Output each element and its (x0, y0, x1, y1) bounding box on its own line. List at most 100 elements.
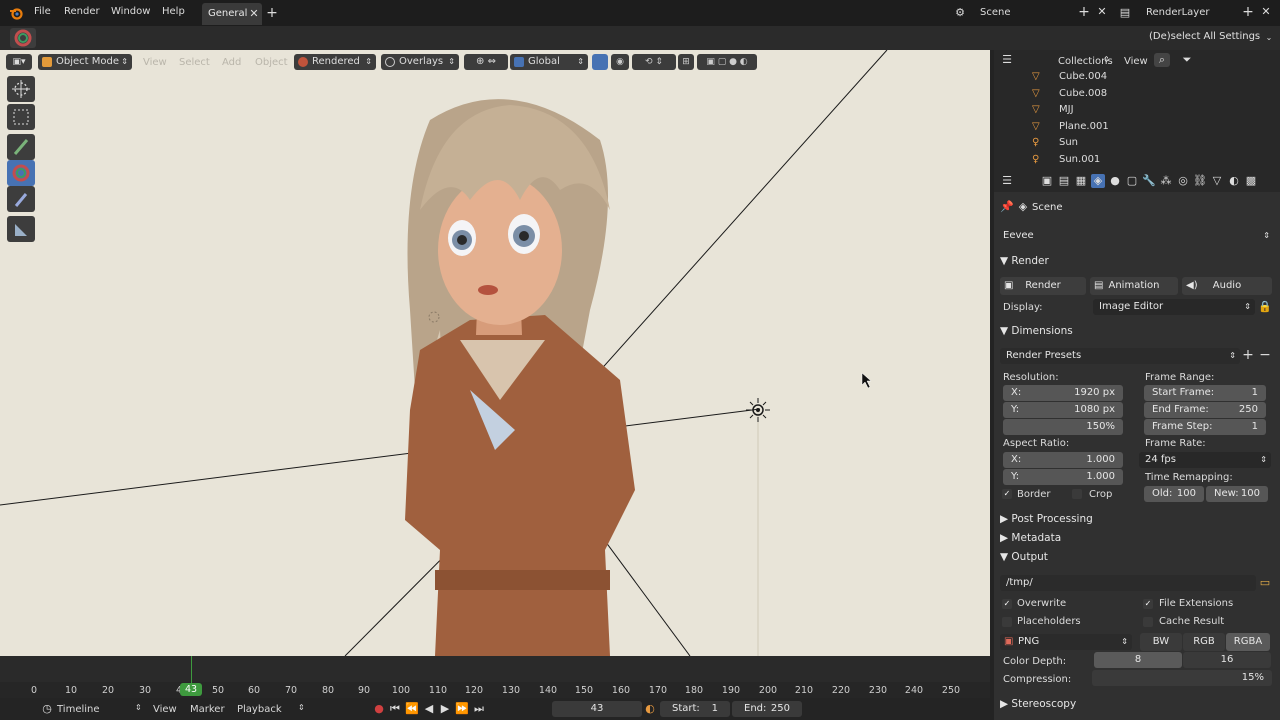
prev-keyframe-icon[interactable]: ⏪ (405, 702, 419, 716)
timeline-editor-label[interactable]: Timeline (57, 704, 100, 715)
end-frame-field[interactable]: End Frame: 250 (1144, 402, 1266, 418)
timeline-menu-marker[interactable]: Marker (190, 704, 225, 715)
viewport-shading-icons[interactable]: ▣ ▢ ● ◐ (697, 54, 757, 70)
file-extensions-checkbox[interactable]: ✓ (1143, 599, 1153, 609)
current-frame-indicator[interactable]: 43 (180, 683, 202, 696)
annotate-tool-button[interactable] (7, 134, 35, 160)
layer-name-field[interactable]: RenderLayer (1142, 5, 1234, 21)
search-icon[interactable]: ⌕ (1154, 53, 1170, 67)
new-scene-icon[interactable]: + (1077, 5, 1091, 19)
playhead-line[interactable] (191, 656, 192, 686)
editor-type-icon[interactable]: ▣▾ (6, 54, 32, 70)
active-tool-icon[interactable] (10, 28, 36, 48)
display-dropdown[interactable]: Image Editor ⇕ (1093, 299, 1255, 315)
outliner-item[interactable]: ▽ Cube.008 (994, 85, 1280, 102)
placeholders-checkbox[interactable] (1002, 617, 1012, 627)
layer-selector-icon[interactable]: ▤ (1118, 6, 1132, 20)
border-checkbox[interactable]: ✓ (1002, 489, 1012, 499)
render-animation-button[interactable]: ▤ Animation (1090, 277, 1178, 295)
timeline-menu-playback[interactable]: Playback (237, 704, 282, 715)
object-tab-icon[interactable]: ▢ (1125, 174, 1139, 188)
outliner-item[interactable]: ♀ Sun (994, 134, 1280, 151)
timeline-area[interactable]: 0 10 20 30 4 50 60 70 80 90 100 110 120 130 140 150 160 1… (0, 656, 990, 698)
render-presets-dropdown[interactable]: Render Presets ⇕ (1000, 348, 1240, 364)
view-layer-tab-icon[interactable]: ▦ (1074, 174, 1088, 188)
particles-tab-icon[interactable]: ⁂ (1159, 174, 1173, 188)
physics-tab-icon[interactable]: ◎ (1176, 174, 1190, 188)
material-tab-icon[interactable]: ◐ (1227, 174, 1241, 188)
eyedropper-tool-button[interactable] (7, 186, 35, 212)
current-frame-field[interactable]: 43 (552, 701, 642, 717)
time-remap-old-field[interactable]: Old: 100 (1144, 486, 1204, 502)
menu-window[interactable]: Window (111, 6, 150, 17)
scene-selector-icon[interactable]: ⚙ (953, 6, 967, 20)
timeline-menu-view[interactable]: View (153, 704, 177, 715)
editor-type-icon[interactable]: ☰ (1000, 53, 1014, 67)
measure-tool-button[interactable] (7, 216, 35, 242)
preview-range-icon[interactable]: ◐ (643, 702, 657, 716)
shading-dropdown[interactable]: Rendered ⇕ (294, 54, 376, 70)
play-icon[interactable]: ▶ (438, 702, 452, 716)
paint-tool-button[interactable] (7, 160, 35, 186)
resolution-x-field[interactable]: X: 1920 px (1003, 385, 1123, 401)
start-frame-field[interactable]: Start Frame: 1 (1144, 385, 1266, 401)
object-mode-dropdown[interactable]: Object Mode ⇕ (38, 54, 132, 70)
color-mode-bw-button[interactable]: BW (1140, 633, 1182, 651)
data-tab-icon[interactable]: ▽ (1210, 174, 1224, 188)
jump-start-icon[interactable]: ⏮ (388, 702, 402, 716)
outliner-tab-view[interactable]: View (1124, 56, 1148, 67)
menu-file[interactable]: File (34, 6, 51, 17)
editor-type-icon[interactable]: ☰ (1000, 174, 1014, 188)
filter-icon[interactable]: ⏷ (1180, 53, 1194, 67)
color-mode-rgb-button[interactable]: RGB (1183, 633, 1225, 651)
outliner-item[interactable]: ▽ Cube.004 (994, 68, 1280, 85)
texture-tab-icon[interactable]: ▩ (1244, 174, 1258, 188)
lock-icon[interactable]: 🔒 (1258, 300, 1272, 314)
frame-step-field[interactable]: Frame Step: 1 (1144, 419, 1266, 435)
scene-tab-icon[interactable]: ◈ (1091, 174, 1105, 188)
transform-pivot-icon[interactable]: ⟲ ⇕ (632, 54, 676, 70)
color-depth-8-button[interactable]: 8 (1094, 652, 1182, 668)
blender-logo-icon[interactable] (9, 6, 23, 20)
output-section-header[interactable]: ▼ Output (994, 547, 1280, 567)
orientation-dropdown[interactable]: Global ⇕ (510, 54, 588, 70)
outliner-item[interactable]: ▽ Plane.001 (994, 118, 1280, 135)
chevron-down-icon[interactable]: ⌄ (1262, 31, 1276, 45)
modifier-tab-icon[interactable]: 🔧 (1142, 174, 1156, 188)
menu-render[interactable]: Render (64, 6, 100, 17)
world-tab-icon[interactable]: ● (1108, 174, 1122, 188)
play-reverse-icon[interactable]: ◀ (422, 702, 436, 716)
snap-toggle-icon[interactable] (592, 54, 608, 70)
pin-icon[interactable]: 📌 (1000, 200, 1014, 214)
viewport-menu-add[interactable]: Add (222, 57, 241, 68)
render-image-button[interactable]: ▣ Render (1000, 277, 1086, 295)
frame-rate-dropdown[interactable]: 24 fps ⇕ (1139, 452, 1271, 468)
next-keyframe-icon[interactable]: ⏩ (455, 702, 469, 716)
aspect-x-field[interactable]: X: 1.000 (1003, 452, 1123, 468)
overlays-dropdown[interactable]: Overlays ⇕ (381, 54, 459, 70)
overwrite-checkbox[interactable]: ✓ (1002, 599, 1012, 609)
3d-viewport[interactable]: ▣▾ Object Mode ⇕ View Select Add Object … (0, 50, 990, 656)
gizmo-toggle-icon[interactable]: ⊕ ⇔ (464, 54, 508, 70)
close-tab-icon[interactable]: ✕ (247, 7, 261, 21)
render-tab-icon[interactable]: ▣ (1040, 174, 1054, 188)
outliner-item[interactable]: ▽ MJJ (994, 101, 1280, 118)
file-format-dropdown[interactable]: ▣ PNG ⇕ (1000, 634, 1132, 650)
color-mode-rgba-button[interactable]: RGBA (1226, 633, 1270, 651)
render-section-header[interactable]: ▼ Render (994, 251, 1280, 271)
deselect-all-settings-button[interactable]: (De)select All Settings (1149, 31, 1260, 42)
post-processing-section-header[interactable]: ▶ Post Processing (994, 509, 1280, 529)
remove-preset-icon[interactable]: − (1258, 348, 1272, 362)
render-audio-button[interactable]: ◀) Audio (1182, 277, 1272, 295)
cache-result-checkbox[interactable] (1143, 617, 1153, 627)
record-icon[interactable]: ● (372, 702, 386, 716)
cursor-tool-button[interactable] (7, 76, 35, 102)
proportional-edit-icon[interactable]: ◉ (611, 54, 629, 70)
select-box-tool-button[interactable] (7, 104, 35, 130)
constraints-tab-icon[interactable]: ⛓ (1193, 174, 1207, 188)
output-path-field[interactable]: /tmp/ (1000, 575, 1256, 591)
new-layer-icon[interactable]: + (1241, 5, 1255, 19)
viewport-menu-view[interactable]: View (143, 57, 167, 68)
resolution-percentage-field[interactable]: 150% (1003, 419, 1123, 435)
menu-help[interactable]: Help (162, 6, 185, 17)
